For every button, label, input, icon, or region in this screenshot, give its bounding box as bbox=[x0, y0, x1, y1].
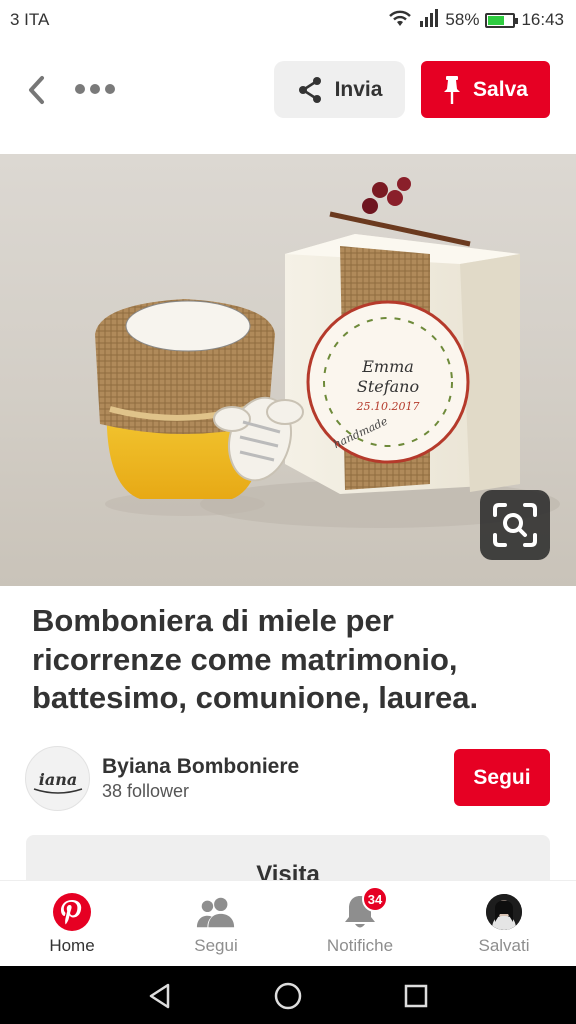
author-avatar[interactable]: iana bbox=[25, 746, 90, 811]
system-back-button[interactable] bbox=[144, 980, 176, 1012]
nav-saved-label: Salvati bbox=[478, 936, 530, 955]
pin-image[interactable]: Emma Stefano 25.10.2017 handmade bbox=[0, 154, 576, 586]
berries-decoration bbox=[329, 177, 471, 247]
status-bar: 3 ITA 58% 16:43 bbox=[0, 0, 576, 40]
label-name-1: Emma bbox=[361, 357, 414, 376]
pinterest-logo-icon bbox=[52, 892, 92, 932]
nav-notifications[interactable]: 34 Notifiche bbox=[288, 881, 432, 966]
circle-home-icon bbox=[274, 982, 302, 1010]
nav-following-label: Segui bbox=[194, 936, 238, 955]
save-label: Salva bbox=[473, 77, 528, 101]
system-recents-button[interactable] bbox=[400, 980, 432, 1012]
carrier-label: 3 ITA bbox=[10, 10, 50, 29]
notification-badge: 34 bbox=[362, 886, 388, 912]
triangle-back-icon bbox=[149, 983, 170, 1009]
signal-icon bbox=[419, 8, 439, 32]
visit-button[interactable]: Visita bbox=[26, 835, 550, 880]
bottom-nav: Home Segui 34 Notifiche Salvati bbox=[0, 880, 576, 966]
visit-label: Visita bbox=[256, 861, 320, 880]
follow-button[interactable]: Segui bbox=[454, 749, 550, 806]
pushpin-icon bbox=[444, 75, 461, 104]
label-name-2: Stefano bbox=[357, 377, 419, 396]
share-label: Invia bbox=[334, 77, 383, 101]
more-options-button[interactable] bbox=[72, 74, 118, 104]
pin-author: iana Byiana Bomboniere 38 follower Segui bbox=[0, 740, 576, 816]
share-button[interactable]: Invia bbox=[274, 61, 405, 118]
save-button[interactable]: Salva bbox=[421, 61, 550, 118]
author-logo-icon: iana bbox=[33, 770, 82, 794]
battery-icon bbox=[485, 12, 519, 28]
nav-notifications-label: Notifiche bbox=[326, 936, 394, 955]
share-icon bbox=[298, 76, 321, 103]
visual-search-button[interactable] bbox=[480, 490, 550, 560]
nav-home-label: Home bbox=[49, 936, 95, 955]
nav-following[interactable]: Segui bbox=[144, 881, 288, 966]
svg-text:iana: iana bbox=[38, 770, 76, 789]
nav-home[interactable]: Home bbox=[0, 881, 144, 966]
profile-avatar bbox=[484, 892, 524, 932]
system-nav-bar bbox=[0, 966, 576, 1024]
clock: 16:43 bbox=[521, 10, 564, 29]
pin-toolbar: Invia Salva bbox=[0, 54, 576, 124]
bell-icon: 34 bbox=[340, 886, 388, 932]
visual-search-icon bbox=[493, 503, 537, 547]
people-icon bbox=[196, 892, 236, 932]
system-home-button[interactable] bbox=[272, 980, 304, 1012]
author-name[interactable]: Byiana Bomboniere bbox=[102, 755, 299, 779]
pin-title: Bomboniera di miele per ricorrenze come … bbox=[32, 603, 479, 715]
follower-count: 38 follower bbox=[102, 781, 190, 801]
square-recents-icon bbox=[404, 984, 428, 1008]
wifi-icon bbox=[387, 8, 413, 33]
label-date: 25.10.2017 bbox=[356, 400, 420, 413]
chevron-left-icon bbox=[29, 76, 44, 104]
nav-saved[interactable]: Salvati bbox=[432, 881, 576, 966]
back-button[interactable] bbox=[18, 70, 54, 110]
battery-percent: 58% bbox=[445, 10, 480, 29]
